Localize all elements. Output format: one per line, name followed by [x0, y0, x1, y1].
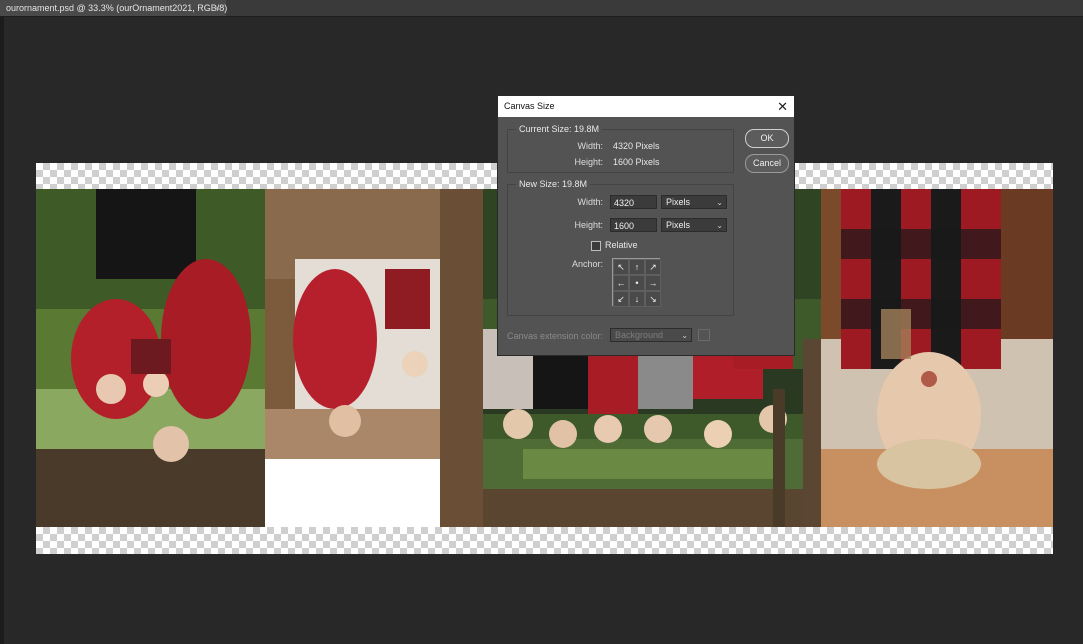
cancel-button[interactable]: Cancel [745, 154, 789, 173]
current-width-label: Width: [577, 141, 603, 151]
anchor-center-icon[interactable]: • [629, 275, 645, 291]
height-input[interactable]: 1600 [610, 218, 657, 232]
current-height-value: 1600 Pixels [613, 157, 660, 167]
canvas-size-dialog: Canvas Size ✕ Current Size: 19.8M Width:… [497, 95, 795, 356]
anchor-bottom-icon[interactable]: ↓ [629, 291, 645, 307]
photo-child-plaid-shirt [821, 189, 1053, 527]
left-panel-edge [0, 17, 4, 644]
photo-family-red-sweaters [36, 189, 265, 527]
anchor-grid: ↖ ↑ ↗ ← • → ↙ ↓ ↘ [612, 258, 661, 307]
anchor-top-right-icon[interactable]: ↗ [645, 259, 661, 275]
anchor-bottom-left-icon[interactable]: ↙ [613, 291, 629, 307]
ok-button[interactable]: OK [745, 129, 789, 148]
anchor-left-icon[interactable]: ← [613, 275, 629, 291]
close-icon[interactable]: ✕ [777, 96, 788, 117]
current-size-legend: Current Size: 19.8M [516, 124, 603, 134]
height-unit-select[interactable]: Pixels ⌄ [661, 218, 727, 232]
anchor-bottom-right-icon[interactable]: ↘ [645, 291, 661, 307]
new-size-legend: New Size: 19.8M [516, 179, 591, 189]
extension-color-swatch[interactable] [698, 329, 710, 341]
anchor-label: Anchor: [571, 259, 603, 269]
relative-checkbox[interactable] [591, 241, 601, 251]
new-width-label: Width: [577, 197, 603, 207]
current-width-value: 4320 Pixels [613, 141, 660, 151]
extension-color-value: Background [615, 330, 664, 340]
extension-color-select[interactable]: Background ⌄ [610, 328, 692, 342]
width-unit-select[interactable]: Pixels ⌄ [661, 195, 727, 209]
dialog-titlebar: Canvas Size ✕ [498, 96, 794, 117]
width-unit-value: Pixels [666, 197, 691, 207]
dialog-title: Canvas Size [504, 101, 555, 111]
transparent-area-bottom [36, 527, 1053, 554]
new-height-label: Height: [574, 220, 603, 230]
document-tab-title: ourornament.psd @ 33.3% (ourOrnament2021… [6, 3, 228, 13]
chevron-down-icon: ⌄ [716, 221, 723, 230]
document-tab[interactable]: ourornament.psd @ 33.3% (ourOrnament2021… [0, 0, 228, 16]
height-unit-value: Pixels [666, 220, 691, 230]
photo-mother-child-autumn [265, 189, 483, 527]
close-icon[interactable]: × [215, 0, 220, 16]
chevron-down-icon: ⌄ [681, 331, 688, 340]
relative-label: Relative [605, 240, 638, 250]
anchor-top-left-icon[interactable]: ↖ [613, 259, 629, 275]
current-height-label: Height: [574, 157, 603, 167]
document-tab-bar: ourornament.psd @ 33.3% (ourOrnament2021… [0, 0, 1083, 17]
extension-color-label: Canvas extension color: [507, 331, 604, 341]
anchor-top-icon[interactable]: ↑ [629, 259, 645, 275]
chevron-down-icon: ⌄ [716, 198, 723, 207]
anchor-right-icon[interactable]: → [645, 275, 661, 291]
width-input[interactable]: 4320 [610, 195, 657, 209]
